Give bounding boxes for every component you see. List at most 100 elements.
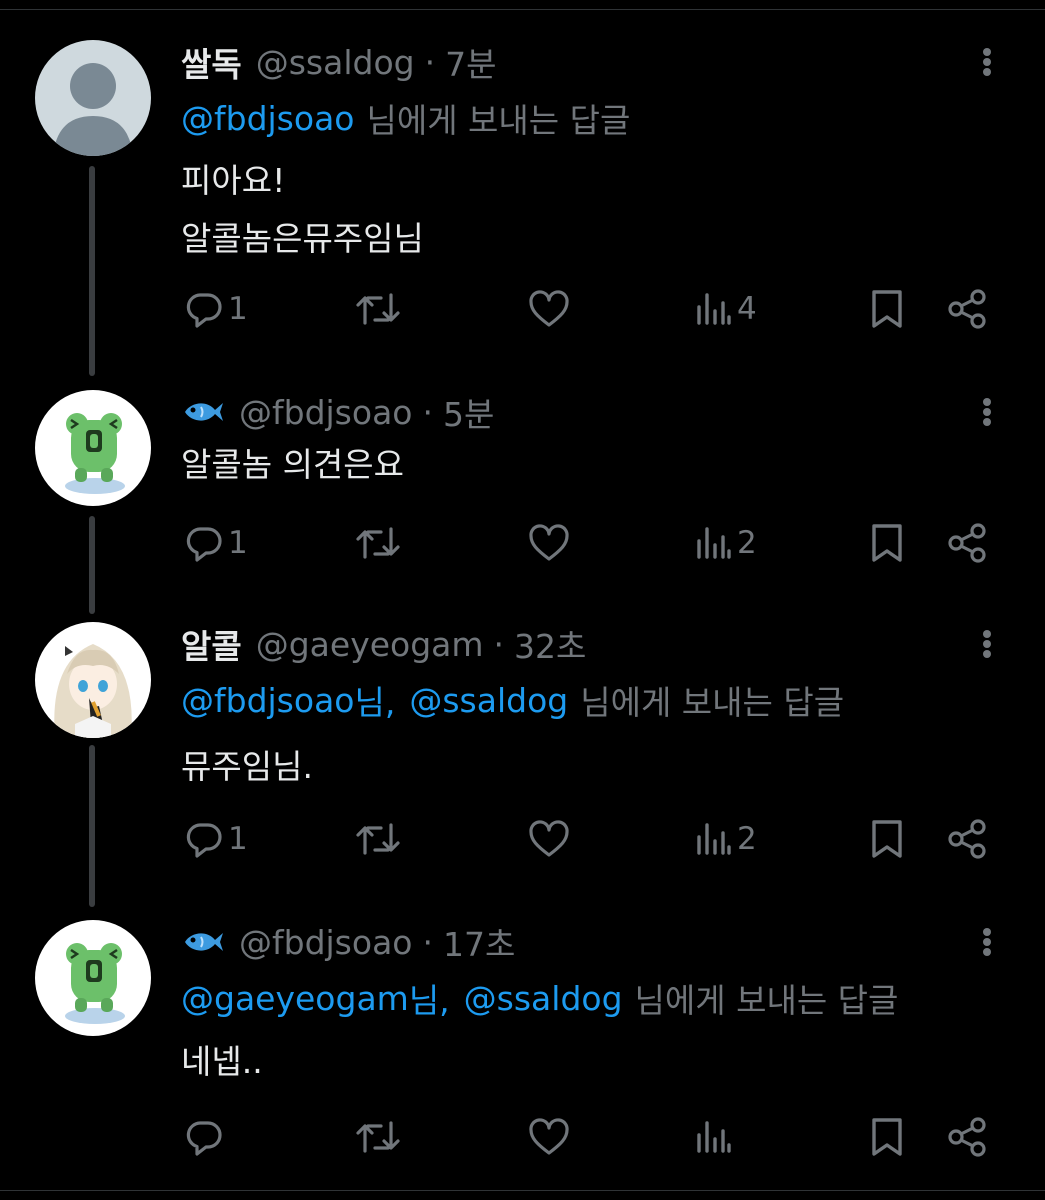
retweet-icon (356, 527, 400, 559)
tweet-text-line: 네넵.. (181, 1042, 263, 1081)
timestamp[interactable]: 17초 (443, 918, 515, 966)
user-handle[interactable]: @gaeyeogam (256, 625, 484, 664)
heart-icon (529, 524, 569, 561)
separator-dot: · (422, 392, 433, 432)
user-handle[interactable]: @fbdjsoao (239, 393, 412, 432)
share-button[interactable] (946, 816, 988, 862)
action-bar: 1 4 (0, 286, 1045, 332)
mention-separator: 님, (408, 981, 450, 1020)
reply-button[interactable]: 1 (184, 286, 248, 332)
reply-count: 1 (228, 525, 248, 561)
avatar[interactable] (35, 390, 151, 506)
separator-dot: · (422, 922, 433, 962)
share-button[interactable] (946, 286, 988, 332)
retweet-icon (356, 293, 400, 325)
more-options-icon[interactable] (975, 922, 999, 962)
mention-separator: 님, (354, 683, 396, 722)
bookmark-icon (872, 524, 902, 562)
retweet-button[interactable] (356, 1114, 400, 1160)
reply-button[interactable]: 1 (184, 520, 248, 566)
timestamp[interactable]: 5분 (443, 388, 494, 436)
reply-button[interactable]: 1 (184, 816, 248, 862)
heart-icon (529, 1118, 569, 1155)
share-icon (948, 289, 986, 329)
retweet-button[interactable] (356, 286, 400, 332)
like-button[interactable] (528, 286, 570, 332)
bookmark-button[interactable] (869, 816, 905, 862)
retweet-button[interactable] (356, 816, 400, 862)
share-icon (948, 1117, 986, 1157)
action-bar: 1 2 (0, 520, 1045, 566)
user-handle[interactable]: @ssaldog (256, 43, 415, 82)
top-divider (0, 9, 1045, 10)
like-button[interactable] (528, 1114, 570, 1160)
replying-suffix: 님에게 보내는 답글 (366, 101, 631, 140)
more-options-icon[interactable] (975, 392, 999, 432)
share-button[interactable] (946, 520, 988, 566)
mention-link[interactable]: @fbdjsoao (181, 99, 354, 138)
avatar[interactable] (35, 40, 151, 156)
display-name[interactable]: 쌀독 (181, 38, 242, 86)
share-button[interactable] (946, 1114, 988, 1160)
tweet[interactable]: @fbdjsoao · 5분 알콜놈 의견은요 1 2 (0, 390, 1045, 590)
bookmark-icon (872, 820, 902, 858)
views-count: 2 (737, 821, 757, 857)
separator-dot: · (424, 42, 436, 82)
views-button[interactable]: 2 (695, 520, 757, 566)
mention-link[interactable]: @ssaldog (409, 681, 568, 720)
tweet[interactable]: @fbdjsoao · 17초 @gaeyeogam 님, @ssaldog 님… (0, 920, 1045, 1180)
views-icon (697, 527, 731, 559)
share-icon (948, 819, 986, 859)
mention-link[interactable]: @ssaldog (464, 979, 623, 1018)
heart-icon (529, 820, 569, 857)
tweet[interactable]: 알콜 @gaeyeogam · 32초 @fbdjsoao 님, @ssaldo… (0, 622, 1045, 882)
frog-avatar-icon (35, 390, 151, 506)
views-button[interactable]: 4 (695, 286, 757, 332)
replying-to: @gaeyeogam 님, @ssaldog 님에게 보내는 답글 (181, 977, 899, 1021)
avatar[interactable] (35, 622, 151, 738)
display-name[interactable]: 알콜 (181, 620, 242, 668)
views-icon (697, 293, 731, 325)
like-button[interactable] (528, 816, 570, 862)
timestamp[interactable]: 32초 (514, 620, 586, 668)
tweet-header: 쌀독 @ssaldog · 7분 (181, 42, 496, 85)
more-options-icon[interactable] (975, 624, 999, 664)
more-options-icon[interactable] (975, 42, 999, 82)
tweet[interactable]: 쌀독 @ssaldog · 7분 @fbdjsoao 님에게 보내는 답글 피아… (0, 40, 1045, 340)
separator-dot: · (493, 624, 505, 664)
reply-count: 1 (228, 291, 248, 327)
retweet-icon (356, 823, 400, 855)
mention-link[interactable]: @fbdjsoao (181, 681, 354, 720)
default-avatar-icon (35, 40, 151, 156)
retweet-button[interactable] (356, 520, 400, 566)
timestamp[interactable]: 7분 (445, 38, 496, 86)
views-icon (697, 1121, 731, 1153)
replying-to: @fbdjsoao 님, @ssaldog 님에게 보내는 답글 (181, 679, 845, 723)
tweet-text: 네넵.. (181, 1033, 263, 1091)
replying-suffix: 님에게 보내는 답글 (634, 981, 899, 1020)
bookmark-button[interactable] (869, 520, 905, 566)
tweet-text: 알콜놈 의견은요 (181, 436, 404, 494)
mention-link[interactable]: @gaeyeogam (181, 979, 409, 1018)
retweet-icon (356, 1121, 400, 1153)
reply-icon (186, 1121, 222, 1156)
bookmark-button[interactable] (869, 1114, 905, 1160)
tweet-header: @fbdjsoao · 17초 (181, 922, 515, 964)
replying-suffix: 님에게 보내는 답글 (580, 683, 845, 722)
user-handle[interactable]: @fbdjsoao (239, 923, 412, 962)
replying-to: @fbdjsoao 님에게 보내는 답글 (181, 97, 631, 141)
reply-button[interactable] (184, 1114, 228, 1160)
views-count: 4 (737, 291, 757, 327)
tweet-header: @fbdjsoao · 5분 (181, 392, 494, 434)
avatar[interactable] (35, 920, 151, 1036)
views-button[interactable] (695, 1114, 737, 1160)
anime-girl-avatar-icon (35, 622, 151, 738)
reply-icon (186, 823, 222, 858)
share-icon (948, 523, 986, 563)
views-button[interactable]: 2 (695, 816, 757, 862)
bookmark-button[interactable] (869, 286, 905, 332)
action-bar: 1 2 (0, 816, 1045, 862)
reply-icon (186, 527, 222, 562)
like-button[interactable] (528, 520, 570, 566)
tweet-text: 피아요! 알콜놈은뮤주임님 (181, 152, 424, 268)
